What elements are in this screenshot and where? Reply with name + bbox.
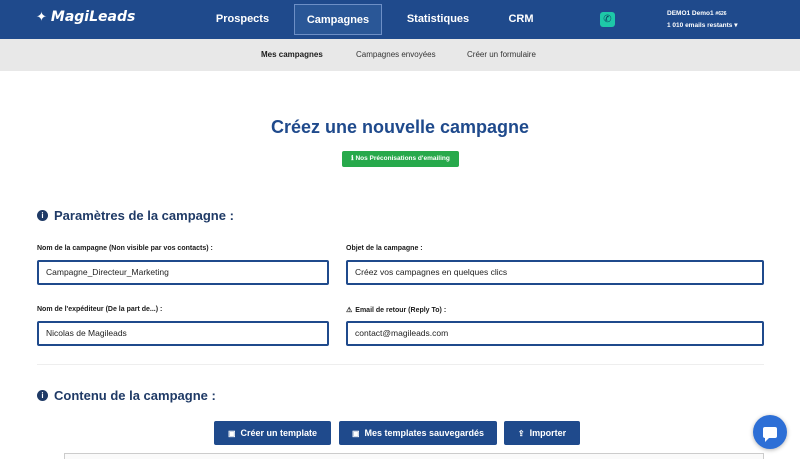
account-menu[interactable]: DEMO1 Demo1 #626 1 010 emails restants ▾ bbox=[667, 8, 737, 31]
info-icon: i bbox=[37, 210, 48, 221]
chat-icon bbox=[763, 426, 777, 442]
reply-to-label: Email de retour (Reply To) : bbox=[355, 307, 447, 314]
subnav-campagnes-envoyees[interactable]: Campagnes envoyées bbox=[356, 50, 436, 59]
account-id: #626 bbox=[715, 11, 727, 17]
import-label: Importer bbox=[529, 428, 567, 438]
phone-icon[interactable]: ✆ bbox=[600, 12, 615, 27]
page-title: Créez une nouvelle campagne bbox=[270, 117, 530, 137]
recommendations-button[interactable]: ℹ Nos Préconisations d'emailing bbox=[342, 151, 459, 167]
subject-label: Objet de la campagne : bbox=[346, 245, 423, 252]
top-navbar: ✦ MagiLeads Prospects Campagnes Statisti… bbox=[0, 0, 800, 39]
campaign-name-label: Nom de la campagne (Non visible par vos … bbox=[37, 245, 213, 252]
create-template-label: Créer un template bbox=[240, 428, 318, 438]
import-button[interactable]: ⇪ Importer bbox=[504, 421, 580, 445]
sender-label: Nom de l'expéditeur (De la part de...) : bbox=[37, 306, 163, 313]
reply-to-label-wrap: ⚠ Email de retour (Reply To) : bbox=[346, 306, 446, 314]
subnav-mes-campagnes[interactable]: Mes campagnes bbox=[261, 50, 323, 59]
chevron-down-icon: ▾ bbox=[734, 22, 738, 29]
emails-remaining: 1 010 emails restants bbox=[667, 22, 733, 29]
params-section-label: Paramètres de la campagne : bbox=[54, 208, 234, 223]
saved-templates-button[interactable]: ▣ Mes templates sauvegardés bbox=[339, 421, 497, 445]
upload-icon: ⇪ bbox=[517, 429, 525, 438]
subnav-creer-formulaire[interactable]: Créer un formulaire bbox=[467, 50, 536, 59]
brand-name: MagiLeads bbox=[50, 9, 136, 25]
section-divider bbox=[37, 364, 764, 365]
saved-templates-label: Mes templates sauvegardés bbox=[364, 428, 485, 438]
campaign-name-input[interactable]: Campagne_Directeur_Marketing bbox=[37, 260, 329, 285]
warning-icon: ⚠ bbox=[346, 307, 353, 314]
info-icon: i bbox=[37, 390, 48, 401]
sub-navbar: Mes campagnes Campagnes envoyées Créer u… bbox=[0, 39, 800, 71]
nav-campagnes[interactable]: Campagnes bbox=[294, 4, 382, 35]
account-name: DEMO1 Demo1 bbox=[667, 10, 714, 17]
nav-crm[interactable]: CRM bbox=[498, 4, 544, 35]
content-section-title: i Contenu de la campagne : bbox=[37, 388, 216, 403]
image-icon: ▣ bbox=[227, 429, 236, 438]
sender-input[interactable]: Nicolas de Magileads bbox=[37, 321, 329, 346]
magic-wand-icon: ✦ bbox=[36, 9, 47, 25]
params-section-title: i Paramètres de la campagne : bbox=[37, 208, 234, 223]
brand-logo[interactable]: ✦ MagiLeads bbox=[36, 9, 135, 25]
content-section-label: Contenu de la campagne : bbox=[54, 388, 216, 403]
create-template-button[interactable]: ▣ Créer un template bbox=[214, 421, 331, 445]
template-editor-frame bbox=[64, 453, 764, 459]
reply-to-input[interactable]: contact@magileads.com bbox=[346, 321, 764, 346]
nav-prospects[interactable]: Prospects bbox=[205, 4, 280, 35]
image-icon: ▣ bbox=[351, 429, 360, 438]
subject-input[interactable]: Créez vos campagnes en quelques clics bbox=[346, 260, 764, 285]
nav-statistiques[interactable]: Statistiques bbox=[398, 4, 478, 35]
chat-widget-button[interactable] bbox=[753, 415, 787, 449]
